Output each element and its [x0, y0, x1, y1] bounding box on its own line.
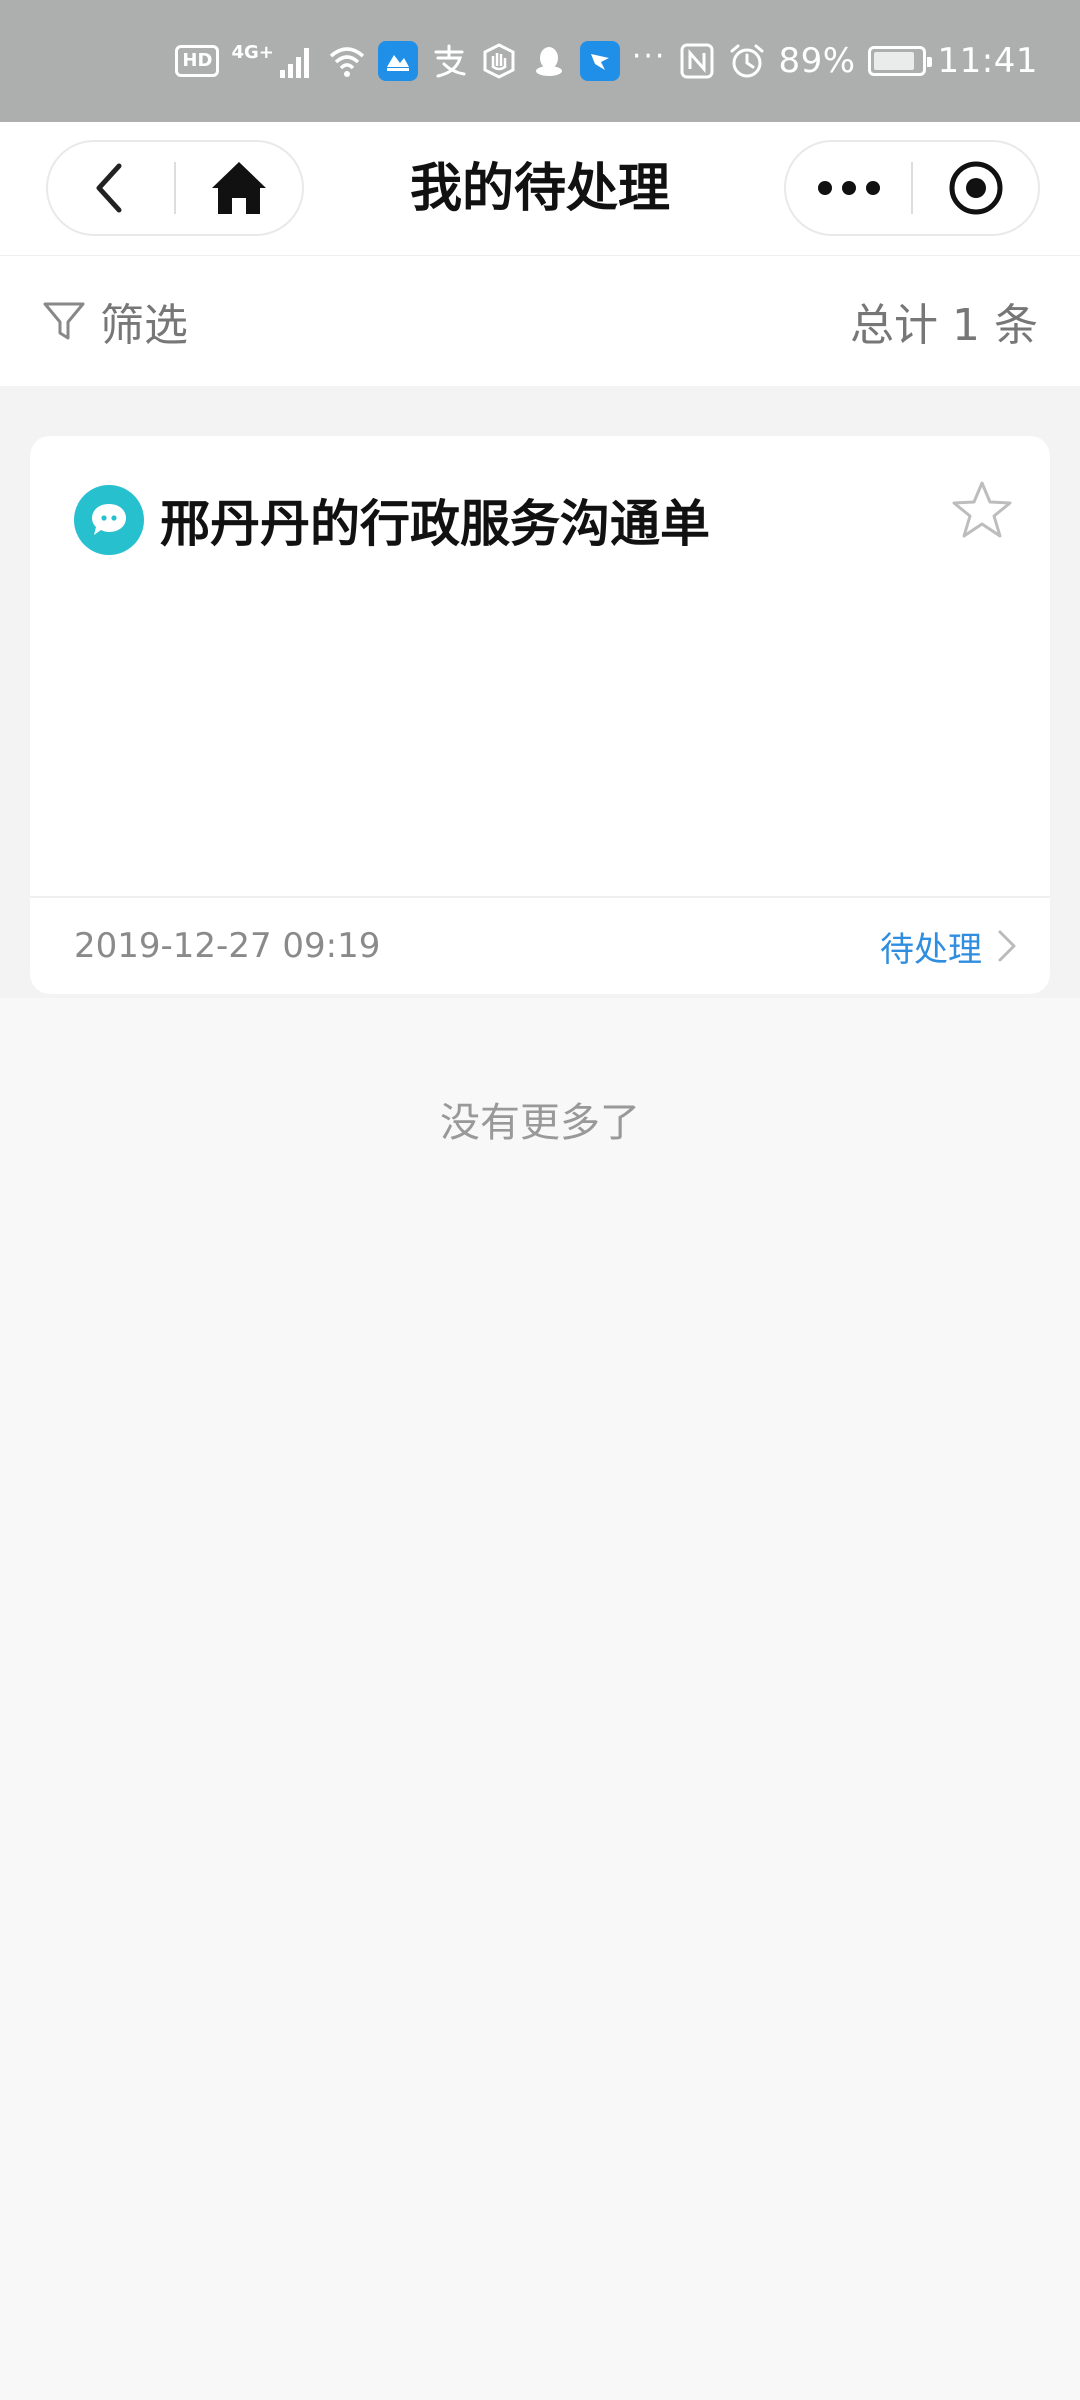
filter-funnel-icon [43, 302, 85, 340]
card-header: 邢丹丹的行政服务沟通单 [74, 481, 1014, 556]
nav-bar: 我的待处理 [0, 122, 1080, 256]
list-item[interactable]: 邢丹丹的行政服务沟通单 2019-12-27 09:19 待处理 [30, 436, 1050, 994]
home-button[interactable] [176, 142, 302, 234]
signal-icon [279, 48, 309, 78]
back-button[interactable] [48, 142, 174, 234]
filter-button[interactable]: 筛选 [42, 289, 188, 353]
alarm-icon [730, 44, 764, 78]
network-type: 4G+ [231, 41, 274, 63]
total-count: 总计 1 条 [850, 300, 1038, 351]
star-outline-icon [952, 481, 1012, 538]
card-footer: 2019-12-27 09:19 待处理 [74, 898, 1018, 994]
alipay-icon [434, 44, 466, 78]
avatar [74, 485, 144, 555]
chat-bubble-icon [92, 504, 126, 535]
nav-capsule-left [46, 140, 304, 236]
nav-capsule-right [784, 140, 1040, 236]
filter-label: 筛选 [100, 300, 188, 351]
favorite-button[interactable] [950, 478, 1014, 542]
app-notification-icon [377, 41, 418, 81]
item-status: 待处理 [880, 929, 982, 970]
wifi-icon [329, 47, 364, 77]
todo-list: 邢丹丹的行政服务沟通单 2019-12-27 09:19 待处理 [0, 386, 1080, 998]
back-arrow-icon [96, 163, 122, 213]
item-time: 2019-12-27 09:19 [74, 926, 381, 966]
battery-icon [867, 46, 932, 76]
battery-level [873, 52, 915, 70]
chevron-right-icon [998, 930, 1016, 962]
hd-badge: HD [175, 45, 220, 77]
status-bar: HD 4G+ ··· 89% 11:41 [0, 0, 1080, 122]
shield-app-icon [483, 43, 515, 79]
close-target-icon [949, 161, 1002, 215]
home-icon [212, 162, 266, 214]
filter-bar: 筛选 总计 1 条 [0, 256, 1080, 386]
clock: 11:41 [937, 41, 1038, 81]
item-title: 邢丹丹的行政服务沟通单 [160, 495, 710, 553]
no-more-text: 没有更多了 [440, 1100, 640, 1146]
qq-icon [535, 47, 562, 76]
close-miniprogram-button[interactable] [913, 142, 1038, 234]
dingtalk-icon [579, 41, 620, 81]
nfc-icon [680, 43, 714, 79]
item-status-link[interactable]: 待处理 [880, 922, 1018, 971]
battery-percent: 89% [778, 41, 856, 81]
more-button[interactable] [786, 142, 911, 234]
more-dots-icon [817, 181, 880, 195]
overflow-indicator: ··· [631, 38, 667, 74]
